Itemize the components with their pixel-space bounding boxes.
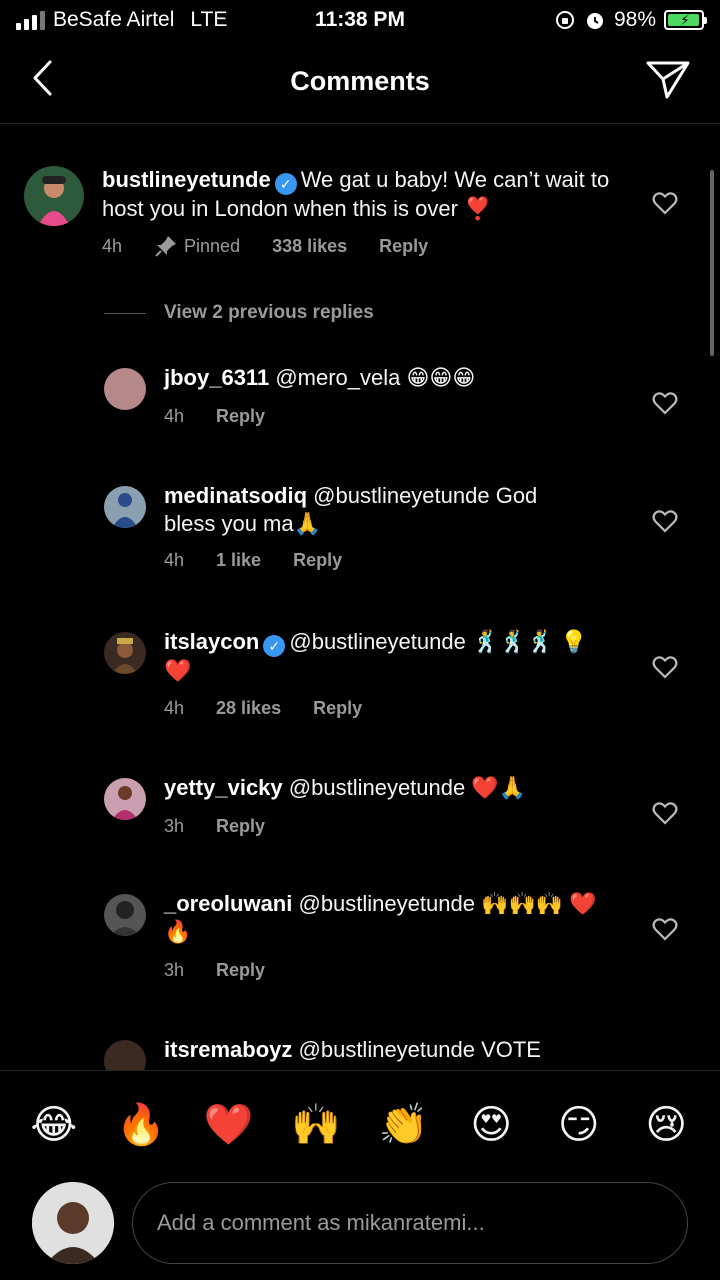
reply-item: _oreoluwani @bustlineyetunde 🙌🙌🙌 ❤️🔥 3h …	[0, 890, 720, 1000]
comment-item: bustlineyetunde ✓ We gat u baby! We can’t …	[0, 164, 720, 284]
emoji-heart-button[interactable]: ❤️	[199, 1101, 259, 1148]
likes-count[interactable]: 28 likes	[216, 698, 281, 719]
comment-username[interactable]: itslaycon	[164, 629, 259, 654]
comments-list[interactable]: bustlineyetunde ✓ We gat u baby! We can’t …	[0, 140, 720, 1070]
battery-percent: 98%	[613, 8, 656, 31]
share-button[interactable]	[644, 56, 692, 104]
comment-username[interactable]: yetty_vicky	[164, 775, 283, 800]
emoji-laughing-button[interactable]: 😂	[24, 1102, 84, 1148]
comment-username[interactable]: jboy_6311	[164, 365, 269, 390]
reply-item: yetty_vicky @bustlineyetunde ❤️🙏 3h Repl…	[0, 774, 720, 864]
signal-icon	[16, 10, 45, 30]
emoji-clap-button[interactable]: 👏	[374, 1101, 434, 1148]
page-title: Comments	[290, 66, 430, 96]
orientation-lock-icon	[555, 11, 574, 29]
heart-icon[interactable]	[652, 390, 678, 416]
heart-icon[interactable]	[652, 916, 678, 942]
avatar[interactable]	[104, 368, 146, 410]
comment-username[interactable]: bustlineyetunde	[102, 167, 271, 192]
comment-composer	[0, 1178, 720, 1280]
comment-body: @bustlineyetunde ❤️🙏	[288, 775, 527, 800]
reply-button[interactable]: Reply	[216, 816, 265, 837]
reply-button[interactable]: Reply	[313, 698, 362, 719]
heart-icon[interactable]	[652, 190, 678, 216]
reply-button[interactable]: Reply	[216, 406, 265, 427]
reply-button[interactable]: Reply	[216, 960, 265, 981]
reply-item: itslaycon ✓ @bustlineyetunde 🕺🕺🕺 💡❤️ 4h 28…	[0, 628, 720, 738]
comment-username[interactable]: _oreoluwani	[164, 891, 292, 916]
reply-item: medinatsodiq @bustlineyetunde God bless …	[0, 482, 720, 592]
alarm-icon	[586, 13, 603, 29]
heart-icon[interactable]	[652, 508, 678, 534]
chevron-left-icon	[33, 60, 52, 96]
emoji-raised-hands-button[interactable]: 🙌	[286, 1101, 346, 1148]
emoji-smirk-button[interactable]: 😏	[549, 1102, 609, 1148]
comment-time: 3h	[164, 960, 185, 980]
comment-time: 4h	[164, 406, 185, 426]
likes-count[interactable]: 338 likes	[272, 236, 347, 257]
comment-time: 4h	[164, 698, 185, 718]
avatar[interactable]	[104, 486, 146, 528]
verified-badge-icon: ✓	[274, 173, 297, 195]
verified-badge-icon: ✓	[263, 635, 286, 657]
reply-item: itsremaboyz @bustlineyetunde VOTE	[0, 1036, 720, 1070]
emoji-fire-button[interactable]: 🔥	[111, 1101, 171, 1148]
emoji-heart-eyes-button[interactable]: 😍	[461, 1102, 521, 1148]
pinned-label: Pinned	[154, 234, 240, 258]
carrier-name: BeSafe Airtel	[53, 8, 175, 31]
comment-body: @mero_vela 😁😁😁	[275, 365, 476, 390]
quick-emoji-bar: 😂 🔥 ❤️ 🙌 👏 😍 😏 😢	[0, 1070, 720, 1178]
view-previous-replies[interactable]: View 2 previous replies	[104, 302, 374, 324]
avatar[interactable]	[104, 894, 146, 936]
comment-username[interactable]: medinatsodiq	[164, 483, 307, 508]
comment-time: 4h	[164, 550, 185, 570]
emoji-crying-button[interactable]: 😢	[636, 1102, 696, 1148]
header: Comments	[0, 40, 720, 124]
avatar[interactable]	[24, 166, 84, 226]
comment-time: 3h	[164, 816, 185, 836]
network-type: LTE	[190, 8, 228, 31]
comment-body: @bustlineyetunde VOTE	[298, 1037, 541, 1062]
paper-plane-icon	[646, 61, 690, 99]
back-button[interactable]	[22, 58, 62, 98]
comment-time: 4h	[102, 235, 123, 256]
heart-icon[interactable]	[652, 654, 678, 680]
my-avatar	[32, 1182, 114, 1264]
comment-username[interactable]: itsremaboyz	[164, 1037, 292, 1062]
avatar[interactable]	[104, 632, 146, 674]
comment-input[interactable]	[132, 1182, 688, 1264]
pin-icon	[155, 236, 177, 257]
scrollbar[interactable]	[710, 170, 714, 356]
heart-icon[interactable]	[652, 800, 678, 826]
status-bar: BeSafe Airtel LTE 11:38 PM 98% ⚡	[0, 0, 720, 40]
avatar[interactable]	[104, 1040, 146, 1070]
reply-button[interactable]: Reply	[379, 236, 428, 257]
pinned-text: Pinned	[184, 235, 241, 256]
avatar[interactable]	[104, 778, 146, 820]
likes-count[interactable]: 1 like	[216, 550, 261, 571]
reply-button[interactable]: Reply	[293, 550, 342, 571]
battery-icon: ⚡	[664, 10, 707, 30]
view-replies-label: View 2 previous replies	[164, 302, 374, 323]
reply-item: jboy_6311 @mero_vela 😁😁😁 4h Reply	[0, 364, 720, 454]
